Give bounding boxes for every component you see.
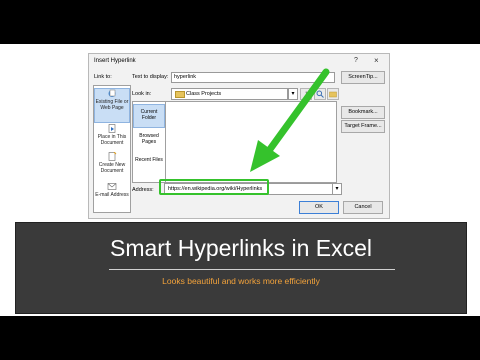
cancel-button[interactable]: Cancel [343, 201, 383, 214]
nav-browsed-pages-label: Browsed Pages [139, 133, 159, 145]
link-create-new-document-label: Create New Document [98, 162, 126, 174]
search-web-icon[interactable] [314, 88, 326, 100]
link-place-in-document-label: Place in This Document [97, 134, 127, 146]
screentip-button[interactable]: ScreenTip... [341, 71, 385, 84]
file-list[interactable] [165, 101, 337, 183]
nav-recent-files[interactable]: Recent Files [133, 154, 165, 163]
text-to-display-input[interactable]: hyperlink [171, 72, 335, 83]
ok-button[interactable]: OK [299, 201, 339, 214]
link-email-address-label: E-mail Address [95, 192, 129, 198]
email-icon [107, 183, 117, 190]
existing-file-icon [108, 89, 116, 97]
nav-browsed-pages[interactable]: Browsed Pages [133, 130, 165, 145]
target-frame-button[interactable]: Target Frame... [341, 120, 385, 133]
link-to-label: Link to: [94, 74, 112, 80]
nav-recent-files-label: Recent Files [135, 157, 163, 163]
link-to-bar: Existing File or Web Page Place in This … [93, 85, 131, 213]
address-label: Address: [132, 187, 154, 193]
browse-file-icon[interactable] [327, 88, 339, 100]
link-place-in-document[interactable]: Place in This Document [95, 124, 129, 146]
look-in-label: Look in: [132, 91, 152, 97]
close-button[interactable]: × [374, 56, 379, 65]
dialog-titlebar: Insert Hyperlink ? × [89, 54, 389, 69]
folder-icon [175, 91, 185, 98]
link-create-new-document[interactable]: Create New Document [95, 152, 129, 174]
bookmark-button[interactable]: Bookmark... [341, 106, 385, 119]
banner-title: Smart Hyperlinks in Excel [109, 235, 373, 261]
look-in-value: Class Projects [186, 91, 222, 97]
look-in-select[interactable]: Class Projects [171, 88, 288, 100]
place-in-document-icon [108, 124, 116, 133]
address-highlight-box [159, 179, 269, 195]
chevron-down-icon[interactable]: ▾ [332, 183, 342, 195]
link-email-address[interactable]: E-mail Address [95, 182, 129, 198]
chevron-down-icon[interactable]: ▾ [288, 88, 298, 100]
link-existing-file[interactable]: Existing File or Web Page [94, 88, 130, 123]
nav-current-folder-label: Current Folder [140, 109, 158, 121]
nav-current-folder[interactable]: Current Folder [133, 104, 165, 128]
folder-up-icon[interactable]: ↑ [300, 88, 312, 100]
banner-subtitle: Looks beautiful and works more efficient… [162, 276, 320, 286]
browse-side-nav: Current Folder Browsed Pages Recent File… [132, 101, 166, 183]
title-banner: Smart Hyperlinks in Excel Looks beautifu… [15, 222, 467, 314]
text-to-display-label: Text to display: [132, 74, 169, 80]
banner-divider [109, 269, 395, 270]
link-existing-file-label: Existing File or Web Page [95, 99, 129, 111]
insert-hyperlink-dialog: Insert Hyperlink ? × Link to: Text to di… [88, 53, 390, 219]
dialog-title: Insert Hyperlink [94, 58, 136, 64]
help-button[interactable]: ? [354, 57, 358, 64]
new-document-icon [108, 152, 117, 161]
